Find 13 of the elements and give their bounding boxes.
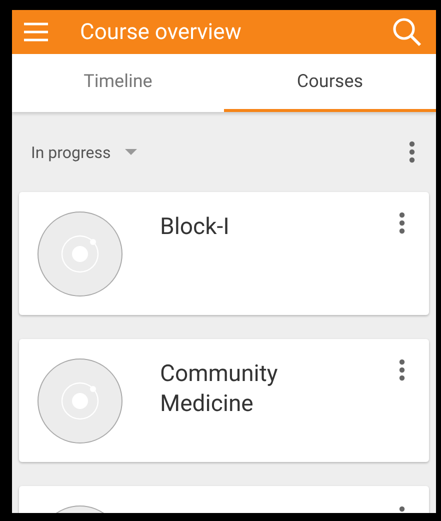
app-title: Course overview bbox=[80, 20, 242, 44]
course-card[interactable]: Community Medicine bbox=[19, 339, 429, 462]
menu-icon[interactable] bbox=[24, 22, 48, 42]
filter-dropdown[interactable]: In progress bbox=[19, 142, 137, 162]
course-image-icon bbox=[37, 358, 123, 444]
course-title[interactable]: Block-I bbox=[160, 212, 310, 242]
tab[interactable]: Timeline bbox=[12, 54, 224, 112]
search-icon[interactable] bbox=[392, 17, 422, 47]
course-card[interactable]: Block-I bbox=[19, 192, 429, 315]
tab[interactable]: Courses bbox=[224, 54, 436, 112]
course-title[interactable]: Community Medicine bbox=[160, 359, 310, 419]
caret-icon bbox=[124, 149, 137, 155]
course-image-icon bbox=[37, 211, 123, 297]
